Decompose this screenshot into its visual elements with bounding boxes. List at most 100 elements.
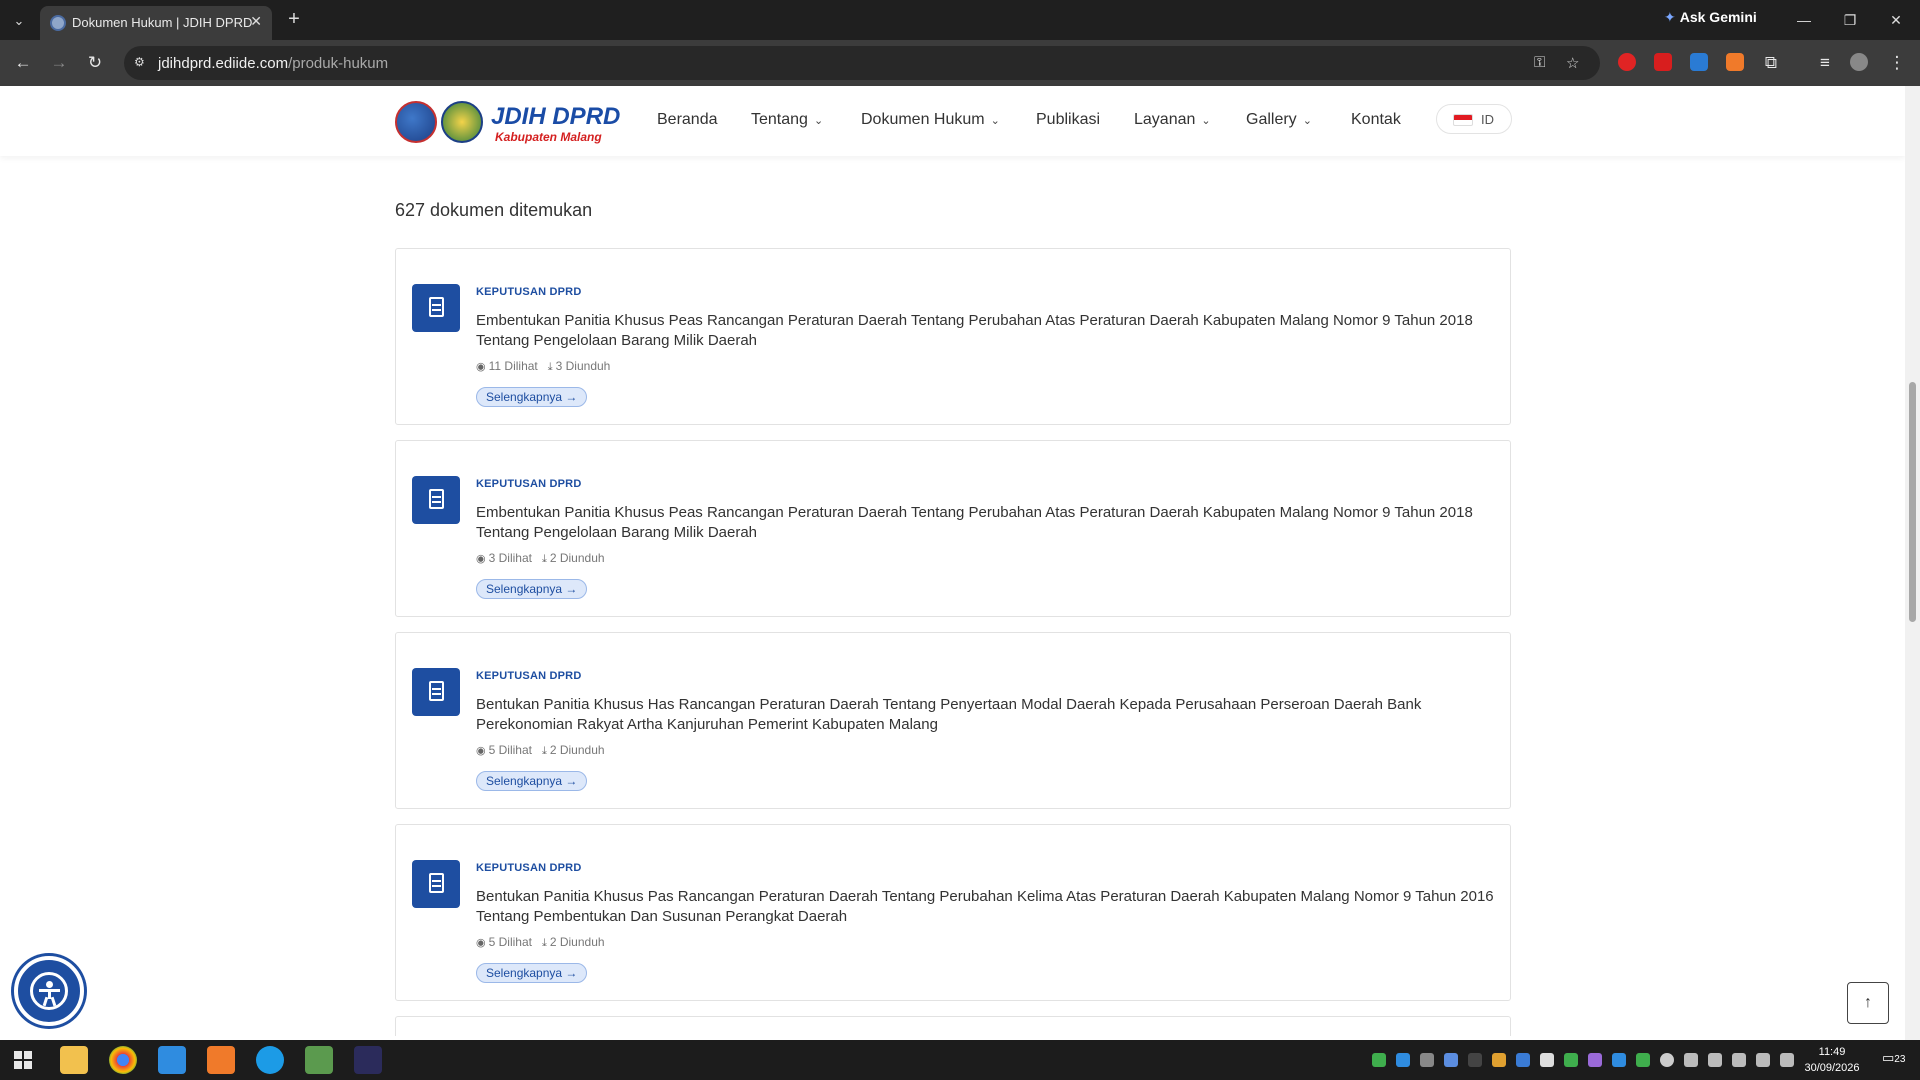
document-category: KEPUTUSAN DPRD: [476, 478, 582, 490]
browser-menu-icon[interactable]: ⋮: [1886, 52, 1908, 74]
download-count: 2 Diunduh: [549, 935, 605, 949]
restore-icon[interactable]: ❐: [1830, 6, 1870, 34]
close-window-icon[interactable]: ✕: [1876, 6, 1916, 34]
bluetooth-icon[interactable]: [1612, 1053, 1626, 1067]
edge-icon[interactable]: [256, 1046, 284, 1074]
network-icon[interactable]: [1732, 1053, 1746, 1067]
nav-tentang[interactable]: Tentang ⌄: [751, 111, 823, 129]
chevron-down-icon: ⌄: [1201, 115, 1211, 127]
tray-icon-5[interactable]: [1468, 1053, 1482, 1067]
reload-icon[interactable]: ↻: [84, 52, 106, 74]
extension-icon-orange[interactable]: [1726, 53, 1744, 71]
site-logo[interactable]: JDIH DPRD Kabupaten Malang: [395, 101, 620, 145]
ask-gemini-button[interactable]: ✦ Ask Gemini: [1664, 9, 1757, 26]
windows-start-icon[interactable]: [14, 1051, 32, 1069]
tray-icon-4[interactable]: [1444, 1053, 1458, 1067]
media-control-icon[interactable]: ≡: [1814, 52, 1836, 74]
download-icon: ⤓: [541, 553, 547, 565]
document-card-partial: [395, 1016, 1511, 1036]
tray-icon-18[interactable]: [1780, 1053, 1794, 1067]
ask-gemini-label: Ask Gemini: [1679, 9, 1757, 25]
tray-icon-15[interactable]: [1708, 1053, 1722, 1067]
tray-icon-9[interactable]: [1564, 1053, 1578, 1067]
profile-avatar-icon[interactable]: [1850, 53, 1868, 71]
headset-icon[interactable]: [1540, 1053, 1554, 1067]
back-icon[interactable]: ←: [12, 52, 34, 74]
minimize-icon[interactable]: —: [1784, 6, 1824, 34]
language-switcher[interactable]: ID: [1436, 104, 1512, 134]
extension-icon-video[interactable]: [1654, 53, 1672, 71]
app-icon-dark[interactable]: [354, 1046, 382, 1074]
logo-title: JDIH DPRD: [491, 103, 621, 130]
site-favicon-icon: [50, 15, 66, 31]
download-icon: ⤓: [547, 361, 553, 373]
page-scrollbar[interactable]: [1905, 86, 1920, 1040]
sublime-text-icon[interactable]: [207, 1046, 235, 1074]
results-count: 627 dokumen ditemukan: [395, 200, 593, 220]
app-icon-green[interactable]: [305, 1046, 333, 1074]
read-more-button[interactable]: Selengkapnya →: [476, 771, 588, 791]
cloud-icon[interactable]: [1420, 1053, 1434, 1067]
nav-gallery[interactable]: Gallery ⌄: [1246, 111, 1312, 129]
gemini-sparkle-icon: ✦: [1664, 9, 1676, 25]
tray-icon-14[interactable]: [1684, 1053, 1698, 1067]
document-card: KEPUTUSAN DPRD Embentukan Panitia Khusus…: [395, 440, 1511, 617]
document-title[interactable]: Bentukan Panitia Khusus Pas Rancangan Pe…: [476, 887, 1496, 927]
read-more-button[interactable]: Selengkapnya →: [476, 579, 588, 599]
document-title[interactable]: Embentukan Panitia Khusus Peas Rancangan…: [476, 311, 1496, 351]
nav-dokumen-hukum[interactable]: Dokumen Hukum ⌄: [861, 111, 1000, 129]
browser-tab-bar: ⌄ Dokumen Hukum | JDIH DPRD ✕ + ✦ Ask Gem…: [0, 0, 1920, 40]
scrollbar-thumb[interactable]: [1909, 382, 1916, 622]
view-count: 11 Dilihat: [488, 359, 538, 373]
volume-icon[interactable]: [1756, 1053, 1770, 1067]
shield-icon[interactable]: [1516, 1053, 1530, 1067]
vscode-icon[interactable]: [158, 1046, 186, 1074]
chrome-icon[interactable]: [109, 1046, 137, 1074]
browser-tab[interactable]: Dokumen Hukum | JDIH DPRD ✕: [40, 6, 272, 40]
tab-title: Dokumen Hukum | JDIH DPRD: [72, 15, 253, 30]
read-more-button[interactable]: Selengkapnya →: [476, 387, 588, 407]
file-explorer-icon[interactable]: [60, 1046, 88, 1074]
tray-icon-12[interactable]: [1636, 1053, 1650, 1067]
extensions-puzzle-icon[interactable]: ⧉: [1760, 52, 1782, 74]
scroll-to-top-button[interactable]: ↑: [1847, 982, 1889, 1024]
extension-icon-s[interactable]: [1690, 53, 1708, 71]
extension-icon-red[interactable]: [1618, 53, 1636, 71]
document-category: KEPUTUSAN DPRD: [476, 670, 582, 682]
site-info-icon[interactable]: ⚙: [134, 55, 150, 71]
close-tab-icon[interactable]: ✕: [250, 13, 262, 30]
logo-subtitle: Kabupaten Malang: [495, 130, 602, 144]
notification-center-icon[interactable]: ▭23: [1882, 1050, 1905, 1066]
tray-icon-2[interactable]: [1396, 1053, 1410, 1067]
clock-date: 30/09/2026: [1804, 1062, 1860, 1074]
document-category: KEPUTUSAN DPRD: [476, 862, 582, 874]
tray-icon-13[interactable]: [1660, 1053, 1674, 1067]
nav-layanan[interactable]: Layanan ⌄: [1134, 111, 1211, 129]
nav-publikasi[interactable]: Publikasi: [1036, 111, 1100, 129]
address-bar[interactable]: ⚙ jdihdprd.ediide.com/produk-hukum ⚿ ☆: [124, 46, 1600, 80]
download-count: 2 Diunduh: [549, 551, 605, 565]
new-tab-icon[interactable]: +: [282, 8, 306, 31]
read-more-button[interactable]: Selengkapnya →: [476, 963, 588, 983]
system-clock[interactable]: 11:49 30/09/2026: [1802, 1044, 1862, 1076]
forward-icon[interactable]: →: [48, 52, 70, 74]
tray-icon-6[interactable]: [1492, 1053, 1506, 1067]
document-stats: ◉ 3 Dilihat ⤓ 2 Diunduh: [476, 551, 605, 566]
document-stats: ◉ 11 Dilihat ⤓ 3 Diunduh: [476, 359, 610, 374]
tray-icon-10[interactable]: [1588, 1053, 1602, 1067]
chevron-down-icon: ⌄: [1302, 115, 1312, 127]
document-icon: [412, 860, 460, 908]
view-count: 5 Dilihat: [488, 743, 532, 757]
document-title[interactable]: Embentukan Panitia Khusus Peas Rancangan…: [476, 503, 1496, 543]
accessibility-icon: [30, 972, 68, 1010]
tab-search-menu-icon[interactable]: ⌄: [8, 10, 30, 32]
document-icon: [412, 284, 460, 332]
nav-beranda[interactable]: Beranda: [657, 111, 718, 129]
document-title[interactable]: Bentukan Panitia Khusus Has Rancangan Pe…: [476, 695, 1496, 735]
download-count: 3 Diunduh: [555, 359, 611, 373]
password-key-icon[interactable]: ⚿: [1534, 54, 1545, 71]
nav-kontak[interactable]: Kontak: [1351, 111, 1401, 129]
bookmark-star-icon[interactable]: ☆: [1566, 54, 1579, 72]
accessibility-button[interactable]: [14, 956, 84, 1026]
tray-icon-1[interactable]: [1372, 1053, 1386, 1067]
